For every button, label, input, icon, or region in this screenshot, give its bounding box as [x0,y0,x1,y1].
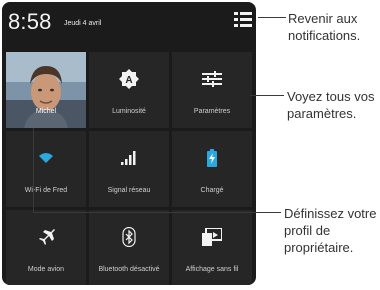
quick-settings-panel: 8:58 Jeudi 4 avril Michel A Luminosité P… [2,2,256,285]
tile-label: Signal réseau [107,187,151,194]
quick-settings-grid: Michel A Luminosité Paramètres Wi-Fi de … [6,52,256,285]
tile-label: Luminosité [112,108,146,115]
callout-profile: Définissez votre profil de propriétaire. [284,206,377,255]
tile-label: Wi-Fi de Fred [24,187,68,194]
tile-wifi[interactable]: Wi-Fi de Fred [6,131,86,207]
callout-line-profile-vertical [33,128,34,212]
svg-text:A: A [125,75,132,86]
tile-bluetooth[interactable]: Bluetooth désactivé [89,210,169,285]
tile-wireless-display[interactable]: Affichage sans fil [172,210,252,285]
tile-settings[interactable]: Paramètres [172,52,252,128]
battery-charging-icon [172,147,252,169]
brightness-auto-icon: A [89,68,169,90]
tile-brightness[interactable]: A Luminosité [89,52,169,128]
tile-label: Chargé [200,187,224,194]
tile-label: Mode avion [27,266,65,273]
callout-line-notifications [258,17,286,18]
cast-screen-icon [172,226,252,248]
notifications-list-icon[interactable] [234,12,252,28]
tile-label: Bluetooth désactivé [98,266,160,273]
settings-sliders-icon [172,68,252,90]
tile-signal[interactable]: Signal réseau [89,131,169,207]
callout-line-profile-horizontal [33,212,281,213]
status-bar: 8:58 Jeudi 4 avril [2,2,256,46]
tile-owner-profile[interactable]: Michel [6,52,86,128]
airplane-icon [6,226,86,248]
clock-time: 8:58 [8,9,52,34]
callout-notifications: Revenir aux notifications. [288,11,361,43]
bluetooth-icon [89,226,169,248]
signal-icon [89,147,169,169]
wifi-icon [6,147,86,169]
callout-line-settings [250,95,284,96]
tile-label: Paramètres [193,108,231,115]
owner-photo [6,52,86,128]
tile-airplane-mode[interactable]: Mode avion [6,210,86,285]
tile-label: Michel [35,108,57,115]
tile-battery[interactable]: Chargé [172,131,252,207]
date-label: Jeudi 4 avril [64,20,102,27]
tile-label: Affichage sans fil [185,266,239,273]
callout-settings: Voyez tous vos paramètres. [287,89,375,121]
